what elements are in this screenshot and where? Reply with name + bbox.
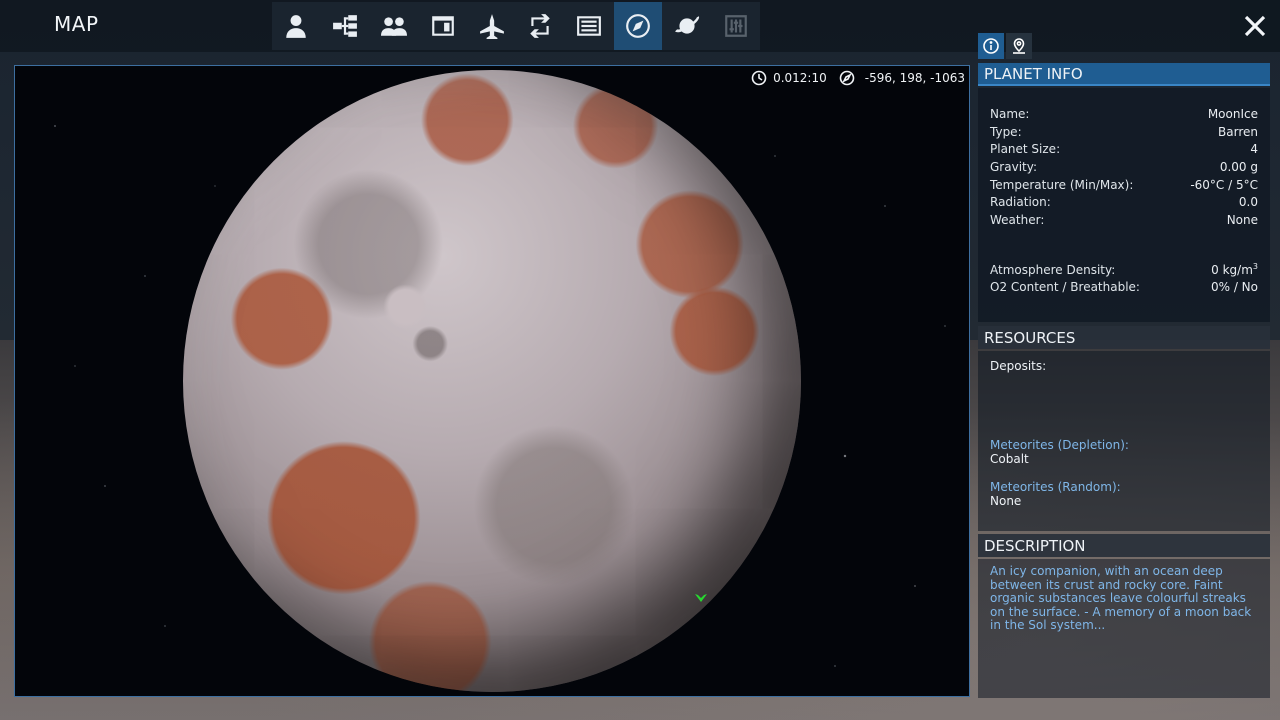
tab-tech-tree[interactable] (321, 2, 370, 50)
info-row-temperature: Temperature (Min/Max): -60°C / 5°C (990, 177, 1258, 192)
tab-exchange[interactable] (516, 2, 565, 50)
tab-location[interactable] (1006, 33, 1032, 59)
info-icon (983, 38, 999, 54)
tab-person[interactable] (272, 2, 321, 50)
person-icon (286, 15, 307, 38)
description-body: An icy companion, with an ocean deep bet… (978, 559, 1270, 698)
info-row-size: Planet Size: 4 (990, 142, 1258, 157)
meteorites-depletion-value: Cobalt (990, 452, 1029, 466)
sliders-icon (724, 15, 747, 37)
deposits-label: Deposits: (990, 359, 1047, 373)
hud-time: 0.012:10 (773, 71, 827, 85)
main-tabs (272, 2, 760, 50)
aircraft-icon (479, 14, 504, 39)
tab-info[interactable] (978, 33, 1004, 59)
location-marker-icon[interactable] (695, 588, 707, 602)
map-viewport[interactable]: 0.012:10 -596, 198, -1063 (14, 65, 970, 697)
exchange-icon (530, 14, 551, 38)
info-row-gravity: Gravity: 0.00 g (990, 159, 1258, 174)
meteorites-random-value: None (990, 494, 1022, 508)
tech-tree-icon (333, 15, 358, 37)
meteorites-depletion-label: Meteorites (Depletion): (990, 438, 1129, 452)
tab-compass[interactable] (613, 2, 663, 50)
info-row-weather: Weather: None (990, 212, 1258, 227)
tab-window[interactable] (418, 2, 467, 50)
tab-group[interactable] (370, 2, 419, 50)
panel-tabs (978, 33, 1270, 59)
planet-info-header: PLANET INFO (978, 63, 1270, 86)
hud-readout: 0.012:10 -596, 198, -1063 (751, 70, 965, 86)
list-icon (577, 16, 602, 36)
info-row-o2: O2 Content / Breathable: 0% / No (990, 280, 1258, 295)
hud-coordinates: -596, 198, -1063 (864, 71, 965, 85)
tab-planet[interactable] (662, 2, 711, 50)
tab-list[interactable] (565, 2, 614, 50)
group-icon (380, 17, 407, 36)
resources-body: Deposits: Meteorites (Depletion): Cobalt… (978, 351, 1270, 531)
planet-info-body: Name: MoonIce Type: Barren Planet Size: 4 G… (978, 88, 1270, 322)
location-pin-icon (1013, 38, 1025, 54)
page-title: MAP (54, 12, 99, 36)
window-icon (431, 16, 454, 36)
info-row-type: Type: Barren (990, 124, 1258, 139)
compass-small-icon (839, 70, 855, 86)
resources-header: RESOURCES (978, 326, 1270, 349)
meteorites-random-label: Meteorites (Random): (990, 480, 1121, 494)
clock-icon (751, 70, 767, 86)
tab-settings[interactable] (711, 2, 760, 50)
description-text: An icy companion, with an ocean deep bet… (990, 564, 1252, 632)
info-panel: PLANET INFO Name: MoonIce Type: Barren Pla… (978, 33, 1270, 698)
info-row-radiation: Radiation: 0.0 (990, 195, 1258, 210)
planet-icon (674, 16, 699, 34)
description-header: DESCRIPTION (978, 534, 1270, 557)
planet-render[interactable] (183, 70, 801, 692)
info-row-atmosphere-density: Atmosphere Density: 0 kg/m3 (990, 262, 1258, 278)
tab-aircraft[interactable] (467, 2, 516, 50)
info-row-name: Name: MoonIce (990, 106, 1258, 121)
compass-icon (626, 14, 650, 38)
